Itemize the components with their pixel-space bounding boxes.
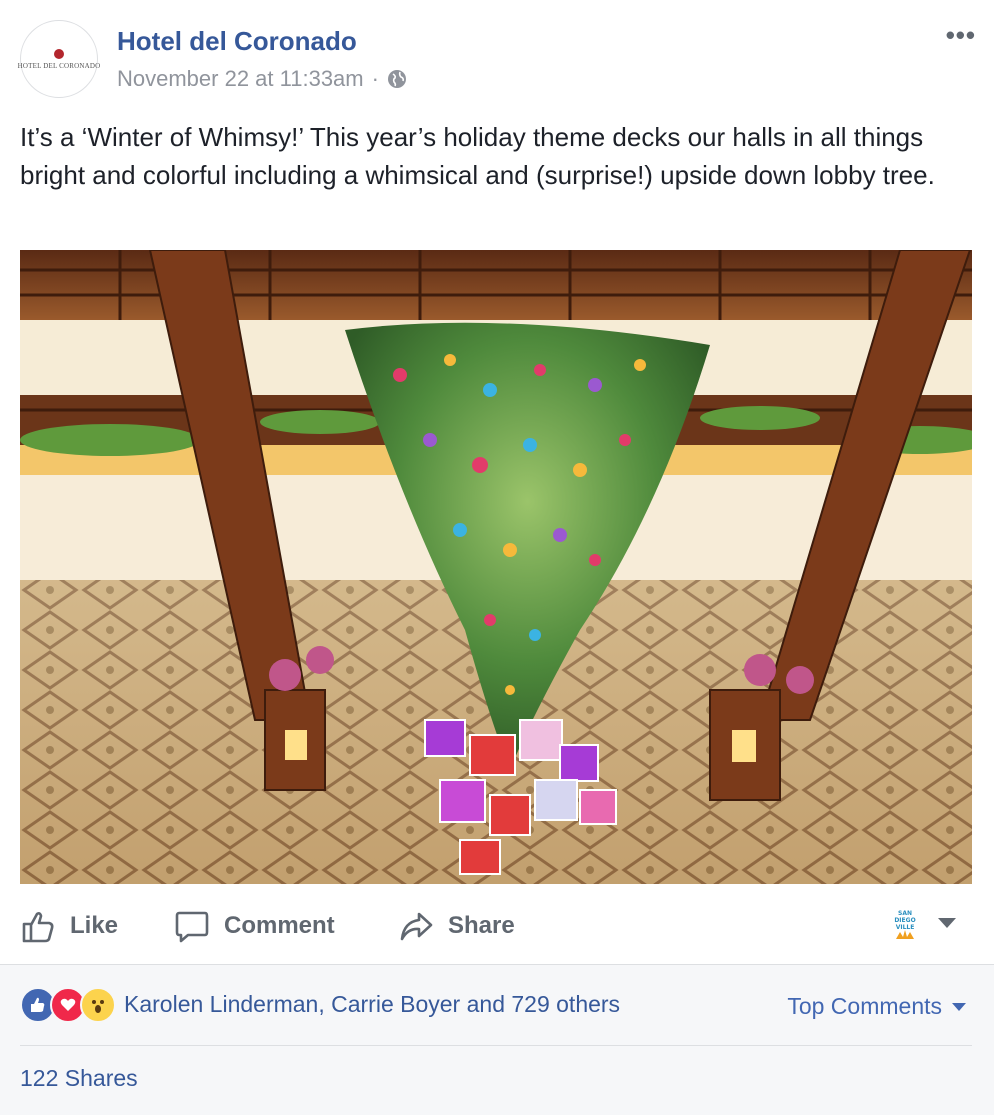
globe-icon[interactable] <box>387 69 407 89</box>
top-comments-label: Top Comments <box>787 993 942 1019</box>
post-footer: Karolen Linderman, Carrie Boyer and 729 … <box>0 964 994 1115</box>
more-options-button[interactable]: ••• <box>946 20 976 51</box>
comment-button[interactable]: Comment <box>174 896 335 956</box>
post-photo[interactable] <box>20 250 972 884</box>
avatar-logo-text: HOTEL DEL CORONADO <box>17 61 101 70</box>
sandiegoville-logo-icon: SAN DIEGO VILLE <box>894 910 916 939</box>
reactions-row: Karolen Linderman, Carrie Boyer and 729 … <box>20 987 972 1027</box>
chevron-down-icon <box>938 918 956 928</box>
post-actions: Like Comment Share SAN DIEGO VILLE <box>0 896 994 956</box>
lobby-tree-photo <box>20 250 972 884</box>
page-name-link[interactable]: Hotel del Coronado <box>117 26 357 57</box>
page-switcher[interactable]: SAN DIEGO VILLE <box>890 906 956 940</box>
chevron-down-icon <box>952 1002 966 1011</box>
meta-separator: · <box>371 66 379 91</box>
wow-reaction-icon <box>80 987 116 1023</box>
svg-text:SAN: SAN <box>898 910 912 917</box>
svg-text:VILLE: VILLE <box>896 924 915 931</box>
post-header: HOTEL DEL CORONADO Hotel del Coronado No… <box>0 0 994 110</box>
comment-icon <box>175 911 209 943</box>
share-button[interactable]: Share <box>398 896 515 956</box>
like-button[interactable]: Like <box>20 896 118 956</box>
like-label: Like <box>70 912 119 939</box>
hotel-crest-icon <box>54 48 64 59</box>
shares-count-link[interactable]: 122 Shares <box>20 1065 138 1092</box>
footer-divider <box>20 1045 972 1046</box>
thumbs-up-icon <box>22 912 54 943</box>
share-label: Share <box>448 912 515 939</box>
share-arrow-icon <box>400 912 433 941</box>
top-comments-dropdown[interactable]: Top Comments <box>787 993 966 1020</box>
comment-label: Comment <box>224 912 335 939</box>
svg-text:DIEGO: DIEGO <box>894 917 915 924</box>
post-timestamp[interactable]: November 22 at 11:33am <box>117 66 364 92</box>
reactors-link[interactable]: Karolen Linderman, Carrie Boyer and 729 … <box>124 991 620 1018</box>
page-avatar[interactable]: HOTEL DEL CORONADO <box>17 20 101 98</box>
reaction-icons[interactable] <box>20 987 116 1023</box>
post-meta: November 22 at 11:33am · <box>117 66 407 92</box>
post-caption: It’s a ‘Winter of Whimsy!’ This year’s h… <box>20 122 935 190</box>
